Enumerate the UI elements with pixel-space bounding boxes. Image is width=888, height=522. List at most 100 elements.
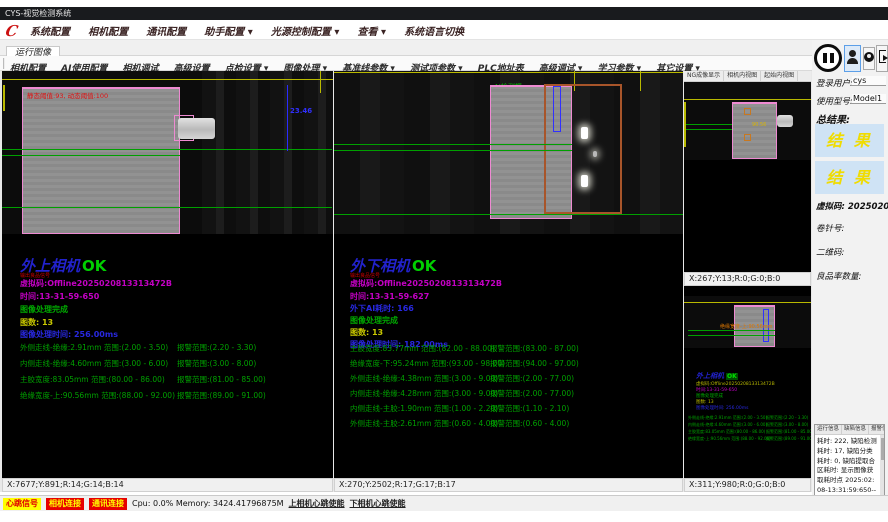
left-measure-line-2	[2, 155, 180, 156]
mini-process-time: 图像处理时间: 256.00ms	[696, 405, 748, 411]
right-top-roi-1	[744, 108, 751, 115]
right-bottom-camera-image[interactable]: 绝缘宽度-上:90.56mm	[684, 296, 811, 348]
center-tray-code: 虚拟码:Offline2025020813313472B	[350, 278, 502, 289]
tab-run-info[interactable]: 运行信息	[815, 425, 842, 434]
tab-alarm-info[interactable]: 报警信息	[869, 425, 885, 434]
left-product-surface: 静态阈值:93, 动态阈值:100	[22, 87, 180, 234]
left-frame-count: 图数: 13	[20, 317, 53, 328]
model-value[interactable]: Model1	[852, 94, 886, 104]
login-user-value[interactable]: cys	[852, 76, 886, 86]
center-measure-line-1	[334, 144, 572, 145]
center-measurement-row: 主胶宽度:83.77mm 范围:(82.00 - 88.00)	[350, 343, 495, 354]
right-top-coordinate-bar: X:267;Y:13;R:0;G:0;B:0	[684, 272, 811, 286]
center-measure-line-2	[334, 150, 572, 151]
center-alarm-range: 报警范围:(83.00 - 87.00)	[490, 343, 579, 354]
center-measurement-row: 内侧走线-主胶:1.90mm 范围:(1.00 - 2.20)	[350, 403, 498, 414]
left-process-done: 图像处理完成	[20, 304, 68, 315]
app-window: CYS-视觉检测系统 C 系统配置 相机配置 通讯配置 助手配置 ▾ 光源控制配…	[0, 0, 888, 522]
left-measurement-row: 主胶宽度:83.05mm 范围:(80.00 - 86.00)	[20, 374, 165, 385]
mini-alarm-range: 报警范围:(2.20 - 3.30)	[766, 415, 808, 421]
right-top-connector-part	[777, 115, 793, 127]
center-alarm-range: 报警范围:(94.00 - 97.00)	[490, 358, 579, 369]
login-user-label: 登录用户:	[816, 77, 853, 89]
center-camera-image[interactable]: AI检测框	[334, 71, 683, 234]
runtime-log-text: 耗时: 222, 缺陷检测耗时: 17, 缺陷分类耗时: 0, 缺陷提取合区耗时…	[815, 435, 884, 497]
left-coordinate-bar: X:7677;Y:891;R:14;G:14;B:14	[2, 478, 333, 492]
right-top-roi-2	[744, 134, 751, 141]
left-measure-line-1	[2, 149, 332, 150]
yield-count-label: 良品率数量:	[816, 270, 861, 282]
left-measurement-row: 外侧走线-绝缘:2.91mm 范围:(2.00 - 3.50)	[20, 342, 168, 353]
right-top-view-tabs: NG成像显示 相机内视图 起始内视图	[684, 71, 811, 82]
center-time: 时间:13-31-59-627	[350, 291, 429, 302]
right-top-measure-line-2	[686, 129, 732, 130]
pause-icon	[823, 53, 827, 63]
cpu-memory-status: Cpu: 0.0% Memory: 3424.41796875M	[132, 499, 284, 508]
menu-items: 系统配置 相机配置 通讯配置 助手配置 ▾ 光源控制配置 ▾ 查看 ▾ 系统语言…	[30, 20, 477, 40]
pause-button[interactable]	[814, 44, 842, 72]
user-icon	[847, 58, 858, 64]
camera-connection-badge: 相机连接	[46, 498, 84, 510]
tray-code-value: 20250208	[848, 202, 888, 212]
mini-measurement-row: 绝缘宽度-上:90.56mm 范围:(88.00 - 92.00)	[688, 436, 771, 442]
exit-button[interactable]	[876, 45, 888, 72]
tab-start-inner-view[interactable]: 起始内视图	[761, 71, 798, 81]
qr-code-label: 二维码:	[816, 246, 844, 258]
operator-button[interactable]	[863, 47, 875, 70]
tab-camera-inner-view[interactable]: 相机内视图	[724, 71, 761, 81]
right-top-measure-line-1	[686, 124, 732, 125]
upper-camera-heartbeat-link[interactable]: 上相机心跳使能	[289, 498, 345, 509]
left-image-machine-texture	[202, 71, 333, 234]
runtime-info-box: 运行信息 缺陷信息 报警信息 耗时: 222, 缺陷检测耗时: 17, 缺陷分类…	[814, 424, 885, 497]
right-bottom-measure-line-1	[688, 330, 775, 331]
left-yellow-guide-line	[2, 79, 333, 80]
app-logo-icon: C	[4, 22, 23, 38]
center-measure-line-3	[334, 214, 683, 215]
center-camera-view: AI检测框 外下相机OK 输出良品信号 虚拟码:Offline202502081…	[334, 71, 683, 478]
right-top-overlay-value: 90.56	[752, 122, 766, 128]
center-frame-count: 图数: 13	[350, 327, 383, 338]
right-top-camera-image[interactable]: 90.56	[684, 82, 811, 160]
mini-status-ok: OK	[726, 373, 738, 380]
left-blue-measure-value: 23.46	[290, 107, 312, 115]
comm-connection-badge: 通讯连接	[89, 498, 127, 510]
center-yellow-guide-line	[334, 72, 683, 73]
side-panel: 登录用户: cys 使用型号: Model1 总结果: 结 果 结 果 虚拟码:…	[812, 40, 888, 510]
right-top-pixel-coords: X:267;Y:13;R:0;G:0;B:0	[689, 274, 780, 283]
model-label: 使用型号:	[816, 95, 853, 107]
tab-defect-info[interactable]: 缺陷信息	[842, 425, 869, 434]
center-led-highlight-3	[593, 151, 597, 157]
left-blue-measure-line	[287, 85, 288, 151]
left-pixel-coords: X:7677;Y:891;R:14;G:14;B:14	[7, 480, 124, 489]
result-box-upper: 结 果	[815, 124, 884, 157]
mini-alarm-range: 报警范围:(3.00 - 8.00)	[766, 422, 808, 428]
status-bar: 心跳信号 相机连接 通讯连接 Cpu: 0.0% Memory: 3424.41…	[0, 495, 888, 511]
left-status-ok: OK	[82, 257, 106, 275]
left-yellow-guide-vline-right	[320, 71, 321, 93]
mini-measurement-row: 内侧走线-绝缘:4.60mm 范围:(3.00 - 6.00)	[688, 422, 767, 428]
lower-camera-heartbeat-link[interactable]: 下相机心跳使能	[350, 498, 406, 509]
mini-measurement-row: 外侧走线-绝缘:2.91mm 范围:(2.00 - 3.50)	[688, 415, 767, 421]
center-pixel-coords: X:270;Y:2502;R:17;G:17;B:17	[339, 480, 456, 489]
log-scrollbar[interactable]	[880, 435, 884, 496]
right-top-yellow-line	[684, 99, 811, 100]
tab-bar: 运行图像	[0, 40, 888, 56]
left-measure-line-3	[2, 207, 332, 208]
left-tray-code: 虚拟码:Offline2025020813313472B	[20, 278, 172, 289]
left-camera-image[interactable]: 静态阈值:93, 动态阈值:100 23.46	[2, 71, 333, 234]
tray-code-label-text: 虚拟码:	[816, 202, 845, 212]
center-measurement-row: 内侧走线-绝缘:4.28mm 范围:(3.00 - 9.00)	[350, 388, 498, 399]
right-bottom-overlay-label: 绝缘宽度-上:90.56mm	[720, 323, 773, 330]
center-alarm-range: 报警范围:(2.00 - 77.00)	[490, 388, 574, 399]
exit-arrow-icon	[883, 55, 888, 61]
user-icon	[849, 50, 856, 57]
tab-ng-image-display[interactable]: NG成像显示	[684, 71, 724, 81]
mini-alarm-range: 报警范围:(89.00 - 91.00)	[766, 436, 811, 442]
needle-number-label: 卷针号:	[816, 222, 844, 234]
user-login-button[interactable]	[844, 45, 861, 72]
window-title: CYS-视觉检测系统	[5, 9, 71, 18]
mini-measurement-row: 主胶宽度:83.05mm 范围:(80.00 - 86.00)	[688, 429, 765, 435]
right-bottom-measure-line-2	[688, 335, 775, 336]
center-ai-time: 外下AI耗时: 166	[350, 303, 414, 314]
log-scrollbar-thumb[interactable]	[881, 438, 884, 460]
